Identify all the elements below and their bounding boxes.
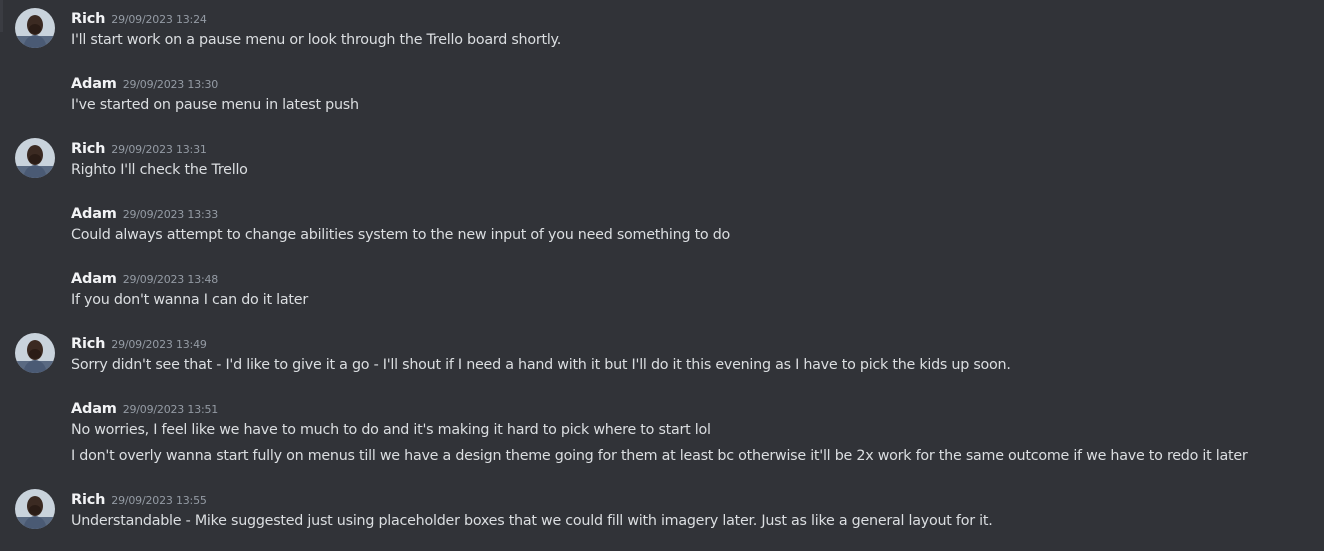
author-name[interactable]: Adam <box>71 401 117 417</box>
message-content: Could always attempt to change abilities… <box>71 227 731 243</box>
author-name[interactable]: Rich <box>71 336 105 352</box>
message-timestamp[interactable]: 29/09/2023 13:31 <box>111 143 207 156</box>
avatar[interactable] <box>15 8 55 48</box>
message-content: I'll start work on a pause menu or look … <box>71 32 562 48</box>
message-timestamp[interactable]: 29/09/2023 13:51 <box>123 403 219 416</box>
scroll-edge-marker <box>0 0 3 32</box>
author-name[interactable]: Adam <box>71 76 117 92</box>
author-name[interactable]: Rich <box>71 492 105 508</box>
message-timestamp[interactable]: 29/09/2023 13:30 <box>123 78 219 91</box>
avatar[interactable] <box>15 489 55 529</box>
message-content: Understandable - Mike suggested just usi… <box>71 513 993 529</box>
message-content: No worries, I feel like we have to much … <box>71 422 711 438</box>
message-timestamp[interactable]: 29/09/2023 13:49 <box>111 338 207 351</box>
author-name[interactable]: Rich <box>71 141 105 157</box>
message-content: I've started on pause menu in latest pus… <box>71 97 359 113</box>
avatar[interactable] <box>15 138 55 178</box>
message-timestamp[interactable]: 29/09/2023 13:33 <box>123 208 219 221</box>
avatar[interactable] <box>15 333 55 373</box>
author-name[interactable]: Rich <box>71 11 105 27</box>
message-content: I don't overly wanna start fully on menu… <box>71 448 1248 464</box>
message-content: Righto I'll check the Trello <box>71 162 248 178</box>
author-name[interactable]: Adam <box>71 206 117 222</box>
message-list: Rich 29/09/2023 13:24 I'll start work on … <box>0 0 1324 551</box>
author-name[interactable]: Adam <box>71 271 117 287</box>
message-content: Sorry didn't see that - I'd like to give… <box>71 357 1011 373</box>
message-timestamp[interactable]: 29/09/2023 13:48 <box>123 273 219 286</box>
message-timestamp[interactable]: 29/09/2023 13:55 <box>111 494 207 507</box>
message-timestamp[interactable]: 29/09/2023 13:24 <box>111 13 207 26</box>
message-content: If you don't wanna I can do it later <box>71 292 308 308</box>
